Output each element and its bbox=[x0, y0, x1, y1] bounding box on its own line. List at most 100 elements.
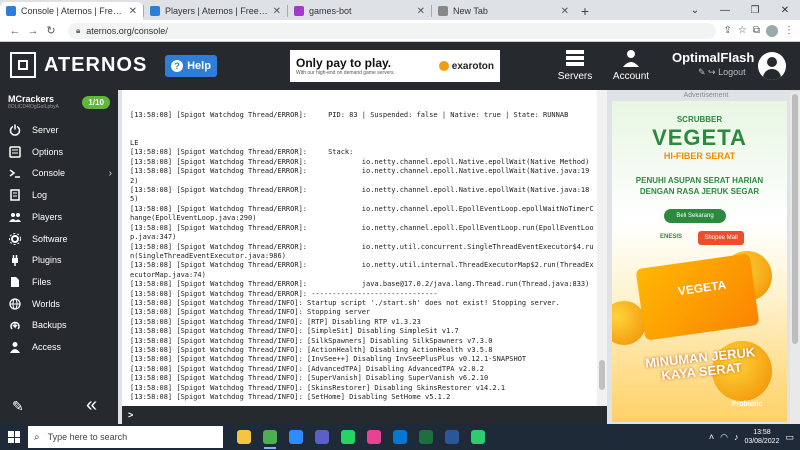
account-icon bbox=[620, 48, 642, 68]
taskbar-app-excel[interactable] bbox=[413, 424, 439, 450]
page-scroll-thumb[interactable] bbox=[792, 94, 798, 344]
taskbar-app-teams[interactable] bbox=[309, 424, 335, 450]
taskbar-app-store[interactable] bbox=[387, 424, 413, 450]
taskbar-app-music[interactable] bbox=[361, 424, 387, 450]
help-button[interactable]: ? Help bbox=[165, 55, 217, 77]
servers-icon bbox=[564, 48, 586, 68]
clock[interactable]: 13:58 03/08/2022 bbox=[744, 428, 779, 446]
plugins-icon bbox=[8, 253, 22, 267]
profile-avatar[interactable] bbox=[766, 24, 778, 37]
reload-icon[interactable]: ↻ bbox=[42, 24, 60, 37]
tab-favicon-icon bbox=[150, 6, 160, 16]
url-input[interactable]: 🔒︎ aternos.org/console/ bbox=[68, 22, 716, 39]
file-explorer-icon bbox=[237, 430, 251, 444]
vegeta-ad[interactable]: SCRUBBER VEGETA HI-FIBER SERAT PENUHI AS… bbox=[612, 101, 787, 422]
browser-tab[interactable]: New Tab ✕ bbox=[432, 2, 575, 20]
forward-icon[interactable]: → bbox=[24, 25, 42, 37]
console-line: [13:58:08] [Spigot Watchdog Thread/ERROR… bbox=[130, 110, 569, 119]
browser-tab[interactable]: Console | Aternos | Free Minecraft ✕ bbox=[0, 2, 143, 20]
sidebar-item-players[interactable]: Players bbox=[0, 207, 118, 227]
server-info[interactable]: MCrackers 8OLtCD4lOgGoILpbyA 1/10 bbox=[0, 90, 118, 116]
taskbar-app-zoom[interactable] bbox=[283, 424, 309, 450]
ad-cta-button[interactable]: Beli Sekarang bbox=[664, 209, 726, 223]
address-bar: ← → ↻ 🔒︎ aternos.org/console/ ⇪ ☆ ⧉ ⋮ bbox=[0, 20, 800, 42]
network-icon[interactable]: ◠ bbox=[720, 432, 728, 443]
back-icon[interactable]: ← bbox=[6, 25, 24, 37]
browser-tab[interactable]: games-bot ✕ bbox=[288, 2, 431, 20]
console-line: [13:58:08] [Spigot Watchdog Thread/INFO]… bbox=[130, 374, 489, 383]
sidebar-item-backups[interactable]: Backups bbox=[0, 315, 118, 335]
new-tab-button[interactable]: + bbox=[575, 2, 595, 20]
tab-close-icon[interactable]: ✕ bbox=[417, 6, 425, 17]
console-line: [13:58:08] [Spigot Watchdog Thread/INFO]… bbox=[130, 336, 493, 345]
collapse-sidebar-icon[interactable]: « bbox=[86, 394, 97, 417]
console-line: LE bbox=[130, 139, 139, 148]
maximize-icon[interactable]: ❐ bbox=[740, 0, 770, 20]
ad-shopee-logo: Shopee Mall bbox=[698, 231, 744, 245]
taskbar-app-whatsapp[interactable] bbox=[335, 424, 361, 450]
tab-favicon-icon bbox=[294, 6, 304, 16]
console-line: [13:58:08] [Spigot Watchdog Thread/INFO]… bbox=[130, 298, 560, 307]
sidebar: MCrackers 8OLtCD4lOgGoILpbyA 1/10 Server… bbox=[0, 90, 118, 424]
excel-icon bbox=[419, 430, 433, 444]
console-scrollbar[interactable] bbox=[597, 90, 607, 406]
nav-servers[interactable]: Servers bbox=[550, 48, 600, 86]
tab-title: Players | Aternos | Free Minecraft bbox=[165, 6, 269, 16]
pencil-icon[interactable]: ✎ bbox=[12, 398, 24, 415]
nav-servers-label: Servers bbox=[557, 71, 593, 82]
close-window-icon[interactable]: ✕ bbox=[770, 0, 800, 20]
site-header: ATERNOS ? Help Only pay to play. With ou… bbox=[0, 42, 800, 90]
console-line: [13:58:08] [Spigot Watchdog Thread/ERROR… bbox=[130, 223, 594, 242]
tray-expand-icon[interactable]: ˄ bbox=[709, 432, 714, 442]
minimize-icon[interactable]: — bbox=[710, 0, 740, 20]
start-button[interactable] bbox=[0, 424, 28, 450]
browser-actions: ⇪ ☆ ⧉ ⋮ bbox=[724, 24, 794, 37]
notifications-icon[interactable]: ▭ bbox=[785, 432, 794, 443]
taskbar-app-file-explorer[interactable] bbox=[231, 424, 257, 450]
sidebar-item-options[interactable]: Options bbox=[0, 142, 118, 162]
console-scroll-thumb[interactable] bbox=[599, 360, 605, 390]
menu-dots-icon[interactable]: ⋮ bbox=[784, 25, 794, 36]
sidebar-item-label: Server bbox=[32, 125, 59, 135]
browser-tab[interactable]: Players | Aternos | Free Minecraft ✕ bbox=[144, 2, 287, 20]
console-panel: [13:58:08] [Spigot Watchdog Thread/ERROR… bbox=[122, 90, 607, 424]
window-controls: ⌄ — ❐ ✕ bbox=[680, 0, 800, 20]
volume-icon[interactable]: ♪ bbox=[734, 432, 739, 442]
sidebar-item-server[interactable]: Server bbox=[0, 120, 118, 140]
tab-search-icon[interactable]: ⌄ bbox=[680, 0, 710, 20]
header-ad[interactable]: Only pay to play. With our high-end on d… bbox=[290, 50, 500, 82]
aternos-logo[interactable]: ATERNOS bbox=[10, 52, 147, 78]
user-avatar[interactable] bbox=[758, 52, 786, 80]
taskbar-app-chrome[interactable] bbox=[257, 424, 283, 450]
tab-close-icon[interactable]: ✕ bbox=[129, 6, 137, 17]
extensions-icon[interactable]: ⧉ bbox=[753, 25, 760, 36]
tab-close-icon[interactable]: ✕ bbox=[561, 6, 569, 17]
power-icon bbox=[8, 123, 22, 137]
sidebar-item-plugins[interactable]: Plugins bbox=[0, 250, 118, 270]
options-icon bbox=[8, 145, 22, 159]
players-icon bbox=[8, 210, 22, 224]
page-scrollbar[interactable] bbox=[790, 92, 800, 424]
browser-tab-bar: Console | Aternos | Free Minecraft✕Playe… bbox=[0, 0, 800, 20]
taskbar-app-word[interactable] bbox=[439, 424, 465, 450]
sidebar-item-access[interactable]: Access bbox=[0, 337, 118, 357]
lock-icon[interactable]: 🔒︎ bbox=[76, 26, 80, 36]
taskbar-app-green-triangle[interactable] bbox=[465, 424, 491, 450]
whatsapp-icon bbox=[341, 430, 355, 444]
sidebar-item-files[interactable]: Files bbox=[0, 272, 118, 292]
exaroton-text: exaroton bbox=[451, 60, 494, 72]
taskbar-search[interactable]: ⌕ Type here to search bbox=[28, 426, 223, 448]
sidebar-item-software[interactable]: Software bbox=[0, 229, 118, 249]
clock-date: 03/08/2022 bbox=[744, 438, 780, 445]
bookmark-star-icon[interactable]: ☆ bbox=[738, 25, 747, 36]
nav-account[interactable]: Account bbox=[606, 48, 656, 86]
logout-link[interactable]: ✎ ↪ Logout bbox=[698, 67, 754, 78]
sidebar-item-log[interactable]: Log bbox=[0, 185, 118, 205]
search-icon: ⌕ bbox=[34, 431, 40, 443]
sidebar-item-worlds[interactable]: Worlds bbox=[0, 294, 118, 314]
sidebar-item-console[interactable]: Console › bbox=[0, 163, 118, 183]
share-icon[interactable]: ⇪ bbox=[724, 25, 732, 36]
tab-close-icon[interactable]: ✕ bbox=[273, 6, 281, 17]
url-text: aternos.org/console/ bbox=[86, 25, 168, 36]
console-command-input[interactable] bbox=[139, 408, 607, 422]
